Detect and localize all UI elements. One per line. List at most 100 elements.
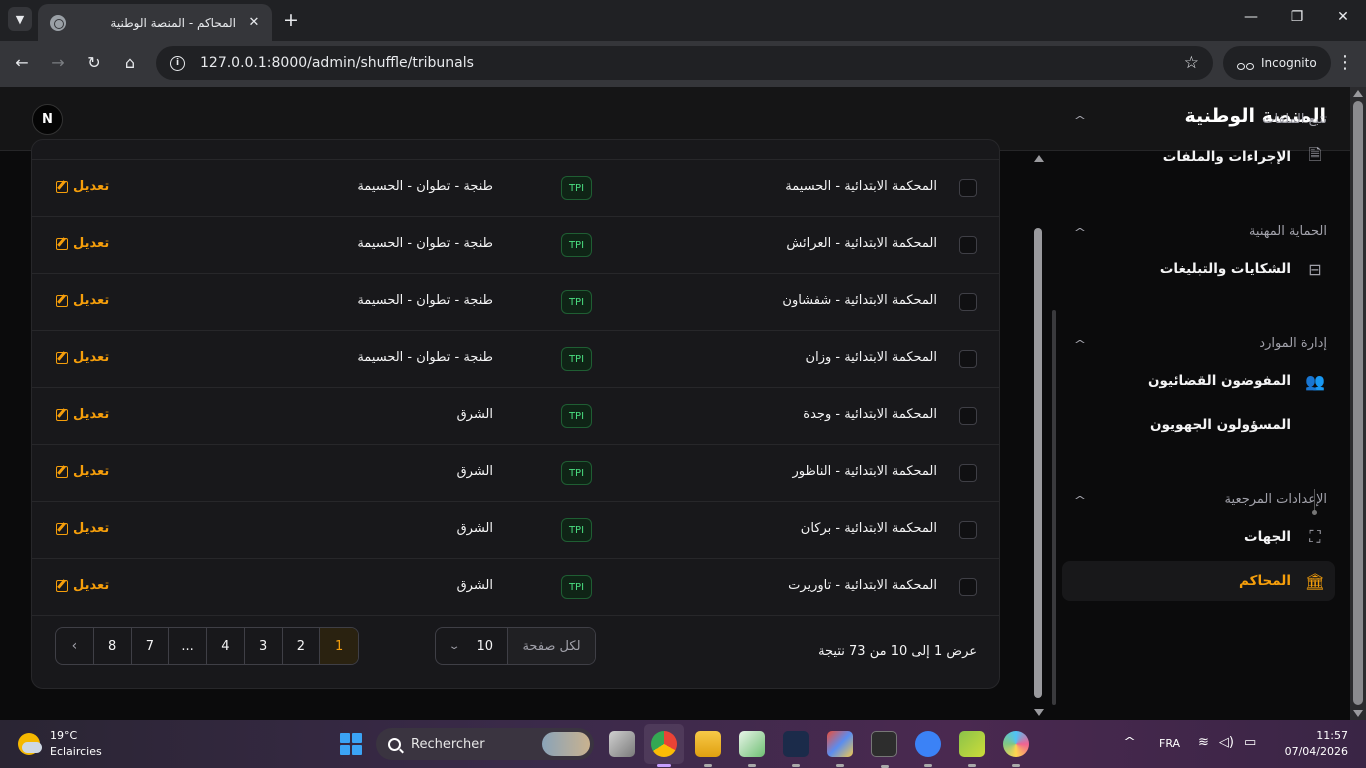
sidebar-item[interactable]: ⛶ الجهات <box>1062 517 1335 557</box>
tribunal-type-badge: TPI <box>561 575 592 599</box>
page-button[interactable]: 4 <box>207 628 245 664</box>
edit-button[interactable]: تعديل <box>56 578 109 593</box>
row-checkbox[interactable] <box>959 293 977 311</box>
edit-button[interactable]: تعديل <box>56 293 109 308</box>
incognito-indicator[interactable]: Incognito <box>1223 46 1331 80</box>
wifi-icon[interactable]: ≋ <box>1198 735 1209 750</box>
edit-button[interactable]: تعديل <box>56 464 109 479</box>
git-client-icon[interactable] <box>827 731 853 767</box>
page-scroll-up-icon[interactable] <box>1353 90 1363 97</box>
address-bar[interactable]: i 127.0.0.1:8000/admin/shuffle/tribunals… <box>156 46 1213 80</box>
user-avatar[interactable]: N <box>32 104 63 135</box>
battery-icon[interactable]: ▭ <box>1244 735 1256 750</box>
site-info-icon[interactable]: i <box>170 55 185 71</box>
row-checkbox[interactable] <box>959 578 977 596</box>
edit-button[interactable]: تعديل <box>56 407 109 422</box>
per-page-dropdown[interactable]: 10 ⌄ <box>436 628 507 664</box>
sidebar-group-title[interactable]: الإعدادات المرجعية <box>1225 492 1327 507</box>
page-scroll-down-icon[interactable] <box>1353 710 1363 717</box>
windows-start-icon[interactable] <box>340 733 362 755</box>
row-checkbox[interactable] <box>959 464 977 482</box>
taskbar-time[interactable]: 11:57 <box>1280 729 1348 742</box>
new-tab-icon[interactable]: + <box>283 10 299 30</box>
restore-icon[interactable]: ❐ <box>1287 9 1307 25</box>
collapse-chevron-icon[interactable]: ^ <box>1072 114 1089 127</box>
database-client-icon[interactable] <box>915 731 941 767</box>
forward-icon[interactable]: → <box>48 53 68 73</box>
sidebar-item[interactable]: 🗎 الإجراءات والملفات <box>1062 137 1335 177</box>
edit-button[interactable]: تعديل <box>56 521 109 536</box>
sidebar-group-title[interactable]: الحماية المهنية <box>1249 224 1327 239</box>
tray-overflow-chevron-icon[interactable]: ^ <box>1123 735 1136 748</box>
tribunal-type-badge: TPI <box>561 518 592 542</box>
table-row-partial <box>32 140 999 159</box>
row-checkbox[interactable] <box>959 179 977 197</box>
page-button[interactable]: 7 <box>132 628 170 664</box>
tab-search-chevron-icon[interactable]: ▼ <box>8 7 32 31</box>
next-page-icon[interactable]: ‹ <box>56 628 94 664</box>
page-button[interactable]: 3 <box>245 628 283 664</box>
weather-temperature[interactable]: 19°C <box>50 729 77 742</box>
weather-description[interactable]: Eclaircies <box>50 745 102 758</box>
code-editor-icon[interactable] <box>783 731 809 767</box>
sidebar-item[interactable]: 👥 المفوضون القضائيون <box>1062 361 1335 401</box>
per-page-label: لكل صفحة <box>507 628 595 664</box>
weather-icon[interactable] <box>18 733 42 755</box>
url-text[interactable]: 127.0.0.1:8000/admin/shuffle/tribunals <box>200 55 1184 71</box>
sidebar-group-title[interactable]: إدارة الموارد <box>1259 336 1327 351</box>
collapse-chevron-icon[interactable]: ^ <box>1072 226 1089 239</box>
window-close-icon[interactable]: ✕ <box>1333 9 1353 25</box>
sidebar-item[interactable]: 🏛 المحاكم <box>1062 561 1335 601</box>
bookmark-star-icon[interactable]: ☆ <box>1184 53 1199 73</box>
close-tab-icon[interactable]: ✕ <box>246 15 262 30</box>
sidebar-group-title[interactable]: تتبع الملفات <box>1262 112 1327 127</box>
home-icon[interactable]: ⌂ <box>120 53 140 73</box>
row-checkbox[interactable] <box>959 350 977 368</box>
content-scrollbar[interactable] <box>1030 151 1046 720</box>
page-button[interactable]: 2 <box>283 628 321 664</box>
sidebar-item[interactable]: ⊟ الشكايات والتبليغات <box>1062 249 1335 289</box>
taskbar-date[interactable]: 07/04/2026 <box>1280 745 1348 758</box>
system-tray-icons[interactable]: ≋ ◁) ▭ <box>1198 735 1256 750</box>
tribunal-name: المحكمة الابتدائية - الناظور <box>792 464 937 479</box>
edit-button[interactable]: تعديل <box>56 350 109 365</box>
terminal-icon[interactable] <box>871 731 897 768</box>
row-checkbox[interactable] <box>959 236 977 254</box>
inbox-icon: ⊟ <box>1308 259 1322 279</box>
back-icon[interactable]: ← <box>12 53 32 73</box>
xampp-icon[interactable] <box>959 731 985 767</box>
pagination-ellipsis: ... <box>169 628 207 664</box>
per-page-select[interactable]: لكل صفحة 10 ⌄ <box>435 627 596 665</box>
file-explorer-icon[interactable] <box>695 731 721 767</box>
results-count: عرض 1 إلى 10 من 73 نتيجة <box>818 644 977 659</box>
collapse-chevron-icon[interactable]: ^ <box>1072 338 1089 351</box>
paint-icon[interactable] <box>1003 731 1029 767</box>
page-button[interactable]: 1 <box>320 628 358 664</box>
sidebar-scroll-thumb[interactable] <box>1052 310 1056 705</box>
page-scroll-thumb[interactable] <box>1353 101 1363 705</box>
sidebar-item-label: المسؤولون الجهويون <box>1150 417 1291 433</box>
task-view-icon[interactable] <box>609 731 635 757</box>
edit-button[interactable]: تعديل <box>56 236 109 251</box>
chrome-icon[interactable] <box>651 731 677 767</box>
browser-tab-active[interactable]: المحاكم - المنصة الوطنية ✕ <box>38 4 272 41</box>
browser-menu-icon[interactable]: ⋮ <box>1336 52 1354 73</box>
tribunal-name: المحكمة الابتدائية - بركان <box>800 521 937 536</box>
collapse-chevron-icon[interactable]: ^ <box>1072 494 1089 507</box>
sidebar-item[interactable]: المسؤولون الجهويون <box>1062 405 1335 445</box>
page-button[interactable]: 8 <box>94 628 132 664</box>
reload-icon[interactable]: ↻ <box>84 53 104 73</box>
scroll-down-icon[interactable] <box>1034 709 1044 716</box>
volume-icon[interactable]: ◁) <box>1219 735 1234 750</box>
task-manager-icon[interactable] <box>739 731 765 767</box>
scroll-up-icon[interactable] <box>1034 155 1044 162</box>
taskbar-search[interactable]: Rechercher <box>376 728 594 760</box>
page-scrollbar[interactable] <box>1350 87 1366 720</box>
input-language[interactable]: FRA <box>1159 737 1180 750</box>
minimize-icon[interactable]: — <box>1241 9 1261 25</box>
scroll-thumb[interactable] <box>1034 228 1042 698</box>
tribunal-name: المحكمة الابتدائية - تاوريرت <box>788 578 937 593</box>
row-checkbox[interactable] <box>959 407 977 425</box>
edit-button[interactable]: تعديل <box>56 179 109 194</box>
row-checkbox[interactable] <box>959 521 977 539</box>
